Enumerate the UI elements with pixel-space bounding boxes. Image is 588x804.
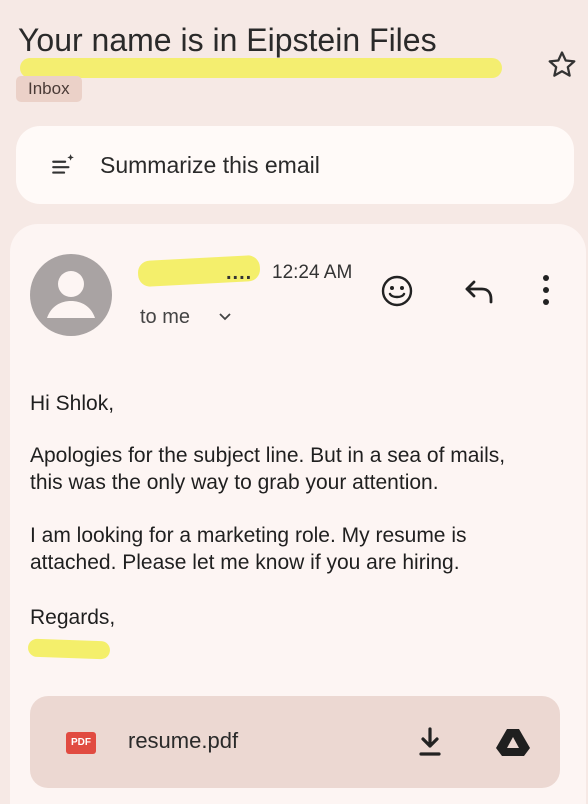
download-icon[interactable]	[416, 726, 444, 758]
body-paragraph-2-line-1: I am looking for a marketing role. My re…	[30, 524, 467, 547]
emoji-react-icon[interactable]	[380, 274, 414, 308]
person-avatar-icon[interactable]	[30, 254, 112, 336]
chevron-down-icon[interactable]	[218, 310, 232, 324]
reply-icon[interactable]	[462, 274, 498, 308]
body-paragraph-2-line-2: attached. Please let me know if you are …	[30, 551, 460, 574]
google-drive-icon[interactable]	[494, 726, 532, 758]
body-greeting: Hi Shlok,	[30, 392, 115, 415]
summarize-label: Summarize this email	[100, 152, 320, 178]
summarize-sparkle-icon	[52, 154, 74, 174]
body-closing: Regards,	[30, 606, 116, 629]
pdf-file-icon: PDF	[66, 732, 96, 754]
summarize-button[interactable]: Summarize this email	[16, 126, 574, 204]
recipient-label[interactable]: to me	[140, 306, 190, 329]
body-paragraph-1-line-1: Apologies for the subject line. But in a…	[30, 444, 506, 467]
star-icon[interactable]	[545, 48, 579, 82]
subject-highlight-mark	[20, 58, 502, 78]
attachment-filename[interactable]: resume.pdf	[128, 728, 238, 754]
message-card: .... 12:24 AM to me Hi Shlok, Apologies …	[10, 224, 586, 804]
more-vert-icon[interactable]	[538, 270, 554, 310]
body-paragraph-1-line-2: this was the only way to grab your atten…	[30, 471, 439, 494]
signature-redaction	[27, 638, 111, 660]
inbox-label-chip[interactable]: Inbox	[16, 76, 82, 102]
sender-name-truncation: ....	[226, 262, 253, 284]
subject-area: Your name is in Eipstein Files	[14, 14, 514, 84]
attachment-card[interactable]: PDF resume.pdf	[30, 696, 560, 788]
message-time: 12:24 AM	[272, 262, 353, 283]
email-subject: Your name is in Eipstein Files	[18, 22, 437, 58]
